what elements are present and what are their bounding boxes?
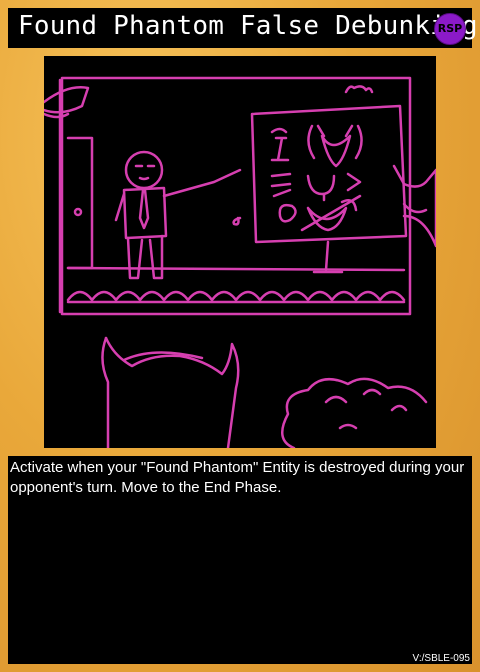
effect-text: Activate when your "Found Phantom" Entit… [10, 459, 465, 496]
effect-text-box: Activate when your "Found Phantom" Entit… [8, 456, 472, 664]
card-frame: Found Phantom False Debunking RSP Activa… [0, 0, 480, 672]
title-bar: Found Phantom False Debunking RSP [8, 8, 478, 48]
artwork-illustration [42, 76, 438, 450]
type-badge: RSP [434, 13, 466, 45]
card-code: V:/SBLE-095 [412, 653, 470, 664]
card-title: Found Phantom False Debunking [18, 11, 478, 41]
card-artwork [42, 56, 438, 450]
